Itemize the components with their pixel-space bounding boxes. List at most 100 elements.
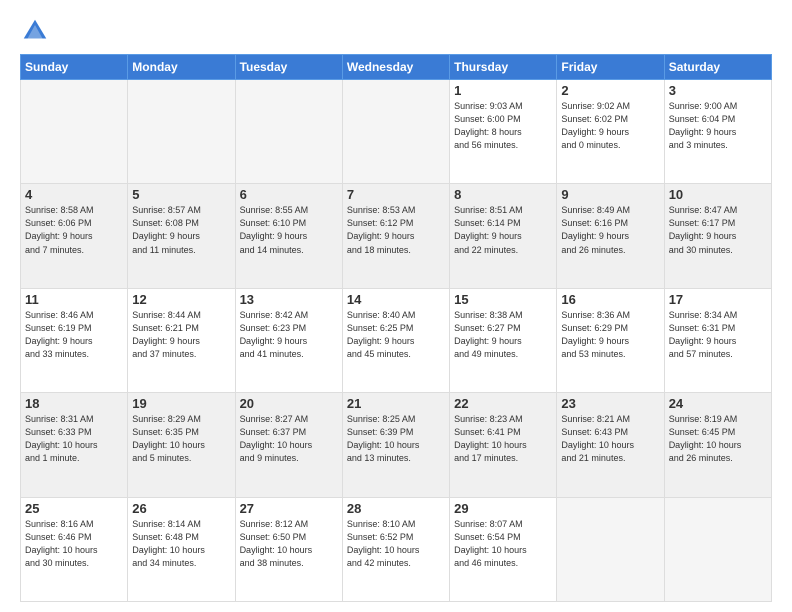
calendar-day-cell (128, 80, 235, 184)
day-number: 21 (347, 396, 445, 411)
day-number: 18 (25, 396, 123, 411)
day-number: 2 (561, 83, 659, 98)
day-info: Sunrise: 8:38 AM Sunset: 6:27 PM Dayligh… (454, 309, 552, 361)
calendar-week-row: 11 Sunrise: 8:46 AM Sunset: 6:19 PM Dayli… (21, 288, 772, 392)
header (20, 16, 772, 46)
day-header-tuesday: Tuesday (235, 55, 342, 80)
day-info: Sunrise: 8:58 AM Sunset: 6:06 PM Dayligh… (25, 204, 123, 256)
day-info: Sunrise: 8:57 AM Sunset: 6:08 PM Dayligh… (132, 204, 230, 256)
calendar-day-cell: 18Sunrise: 8:31 AM Sunset: 6:33 PM Dayli… (21, 393, 128, 497)
day-info: Sunrise: 8:29 AM Sunset: 6:35 PM Dayligh… (132, 413, 230, 465)
day-number: 4 (25, 187, 123, 202)
calendar-day-cell: 20 Sunrise: 8:27 AM Sunset: 6:37 PM Dayli… (235, 393, 342, 497)
calendar-day-cell (21, 80, 128, 184)
day-header-saturday: Saturday (664, 55, 771, 80)
day-info: Sunrise: 8:10 AM Sunset: 6:52 PM Dayligh… (347, 518, 445, 570)
calendar-day-cell: 17 Sunrise: 8:34 AM Sunset: 6:31 PM Dayli… (664, 288, 771, 392)
calendar-day-cell: 7Sunrise: 8:53 AM Sunset: 6:12 PM Daylig… (342, 184, 449, 288)
calendar-day-cell: 10 Sunrise: 8:47 AM Sunset: 6:17 PM Dayli… (664, 184, 771, 288)
calendar-day-cell: 19 Sunrise: 8:29 AM Sunset: 6:35 PM Dayli… (128, 393, 235, 497)
day-number: 1 (454, 83, 552, 98)
day-info: Sunrise: 8:47 AM Sunset: 6:17 PM Dayligh… (669, 204, 767, 256)
day-number: 3 (669, 83, 767, 98)
day-info: Sunrise: 8:53 AM Sunset: 6:12 PM Dayligh… (347, 204, 445, 256)
day-number: 6 (240, 187, 338, 202)
calendar-day-cell: 4 Sunrise: 8:58 AM Sunset: 6:06 PM Daylig… (21, 184, 128, 288)
calendar-day-cell (557, 497, 664, 601)
day-number: 27 (240, 501, 338, 516)
calendar-day-cell: 15 Sunrise: 8:38 AM Sunset: 6:27 PM Dayli… (450, 288, 557, 392)
day-info: Sunrise: 8:51 AM Sunset: 6:14 PM Dayligh… (454, 204, 552, 256)
day-info: Sunrise: 8:49 AM Sunset: 6:16 PM Dayligh… (561, 204, 659, 256)
calendar-day-cell: 6 Sunrise: 8:55 AM Sunset: 6:10 PM Daylig… (235, 184, 342, 288)
day-header-friday: Friday (557, 55, 664, 80)
calendar-day-cell: 26Sunrise: 8:14 AM Sunset: 6:48 PM Dayli… (128, 497, 235, 601)
day-number: 16 (561, 292, 659, 307)
day-header-wednesday: Wednesday (342, 55, 449, 80)
day-number: 24 (669, 396, 767, 411)
day-info: Sunrise: 8:07 AM Sunset: 6:54 PM Dayligh… (454, 518, 552, 570)
day-number: 13 (240, 292, 338, 307)
day-number: 8 (454, 187, 552, 202)
day-number: 10 (669, 187, 767, 202)
day-number: 9 (561, 187, 659, 202)
day-number: 11 (25, 292, 123, 307)
day-number: 29 (454, 501, 552, 516)
day-number: 15 (454, 292, 552, 307)
day-info: Sunrise: 8:36 AM Sunset: 6:29 PM Dayligh… (561, 309, 659, 361)
calendar-week-row: 18Sunrise: 8:31 AM Sunset: 6:33 PM Dayli… (21, 393, 772, 497)
day-number: 23 (561, 396, 659, 411)
day-number: 5 (132, 187, 230, 202)
calendar-day-cell: 21Sunrise: 8:25 AM Sunset: 6:39 PM Dayli… (342, 393, 449, 497)
day-number: 22 (454, 396, 552, 411)
logo-icon (20, 16, 50, 46)
calendar-day-cell: 14 Sunrise: 8:40 AM Sunset: 6:25 PM Dayli… (342, 288, 449, 392)
day-number: 26 (132, 501, 230, 516)
calendar-week-row: 1Sunrise: 9:03 AM Sunset: 6:00 PM Daylig… (21, 80, 772, 184)
day-number: 20 (240, 396, 338, 411)
day-info: Sunrise: 8:46 AM Sunset: 6:19 PM Dayligh… (25, 309, 123, 361)
calendar-day-cell: 5 Sunrise: 8:57 AM Sunset: 6:08 PM Daylig… (128, 184, 235, 288)
day-number: 14 (347, 292, 445, 307)
calendar-day-cell (342, 80, 449, 184)
day-info: Sunrise: 8:40 AM Sunset: 6:25 PM Dayligh… (347, 309, 445, 361)
day-info: Sunrise: 8:12 AM Sunset: 6:50 PM Dayligh… (240, 518, 338, 570)
calendar-header-row: SundayMondayTuesdayWednesdayThursdayFrid… (21, 55, 772, 80)
day-info: Sunrise: 8:42 AM Sunset: 6:23 PM Dayligh… (240, 309, 338, 361)
calendar-day-cell: 23 Sunrise: 8:21 AM Sunset: 6:43 PM Dayli… (557, 393, 664, 497)
calendar-day-cell: 16 Sunrise: 8:36 AM Sunset: 6:29 PM Dayli… (557, 288, 664, 392)
calendar-day-cell: 22 Sunrise: 8:23 AM Sunset: 6:41 PM Dayli… (450, 393, 557, 497)
calendar-day-cell: 3Sunrise: 9:00 AM Sunset: 6:04 PM Daylig… (664, 80, 771, 184)
day-header-thursday: Thursday (450, 55, 557, 80)
calendar-day-cell: 24 Sunrise: 8:19 AM Sunset: 6:45 PM Dayli… (664, 393, 771, 497)
calendar-day-cell: 8 Sunrise: 8:51 AM Sunset: 6:14 PM Daylig… (450, 184, 557, 288)
day-info: Sunrise: 9:02 AM Sunset: 6:02 PM Dayligh… (561, 100, 659, 152)
day-info: Sunrise: 8:19 AM Sunset: 6:45 PM Dayligh… (669, 413, 767, 465)
day-header-sunday: Sunday (21, 55, 128, 80)
calendar-day-cell: 13 Sunrise: 8:42 AM Sunset: 6:23 PM Dayli… (235, 288, 342, 392)
day-info: Sunrise: 8:34 AM Sunset: 6:31 PM Dayligh… (669, 309, 767, 361)
day-number: 28 (347, 501, 445, 516)
calendar-day-cell: 28 Sunrise: 8:10 AM Sunset: 6:52 PM Dayli… (342, 497, 449, 601)
calendar-day-cell: 25 Sunrise: 8:16 AM Sunset: 6:46 PM Dayli… (21, 497, 128, 601)
day-number: 25 (25, 501, 123, 516)
calendar-day-cell: 1Sunrise: 9:03 AM Sunset: 6:00 PM Daylig… (450, 80, 557, 184)
day-number: 19 (132, 396, 230, 411)
day-number: 17 (669, 292, 767, 307)
day-number: 12 (132, 292, 230, 307)
day-info: Sunrise: 8:27 AM Sunset: 6:37 PM Dayligh… (240, 413, 338, 465)
day-info: Sunrise: 8:21 AM Sunset: 6:43 PM Dayligh… (561, 413, 659, 465)
day-info: Sunrise: 8:55 AM Sunset: 6:10 PM Dayligh… (240, 204, 338, 256)
calendar-day-cell: 29 Sunrise: 8:07 AM Sunset: 6:54 PM Dayli… (450, 497, 557, 601)
calendar-table: SundayMondayTuesdayWednesdayThursdayFrid… (20, 54, 772, 602)
day-info: Sunrise: 8:23 AM Sunset: 6:41 PM Dayligh… (454, 413, 552, 465)
calendar-day-cell (664, 497, 771, 601)
logo (20, 16, 56, 46)
calendar-day-cell: 27 Sunrise: 8:12 AM Sunset: 6:50 PM Dayli… (235, 497, 342, 601)
calendar-day-cell (235, 80, 342, 184)
calendar-day-cell: 12Sunrise: 8:44 AM Sunset: 6:21 PM Dayli… (128, 288, 235, 392)
calendar-day-cell: 11 Sunrise: 8:46 AM Sunset: 6:19 PM Dayli… (21, 288, 128, 392)
calendar-week-row: 25 Sunrise: 8:16 AM Sunset: 6:46 PM Dayli… (21, 497, 772, 601)
day-info: Sunrise: 8:16 AM Sunset: 6:46 PM Dayligh… (25, 518, 123, 570)
calendar-week-row: 4 Sunrise: 8:58 AM Sunset: 6:06 PM Daylig… (21, 184, 772, 288)
